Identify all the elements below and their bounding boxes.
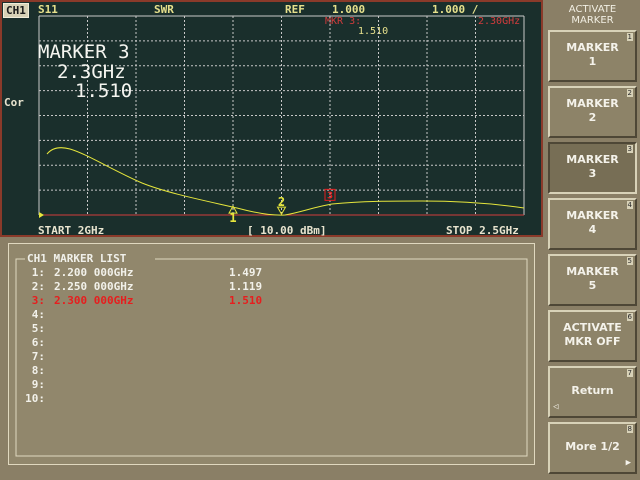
marker-value: 1.497 <box>229 266 263 279</box>
marker-index: 8: <box>31 364 45 377</box>
stop-frequency: STOP 2.5GHz <box>446 224 519 237</box>
softkey-panel: ACTIVATE MARKER MARKER 1 1 MARKER 2 2 MARKER… <box>545 0 640 480</box>
trace-marker-label: 1 <box>229 211 236 225</box>
active-marker-value: 1.510 <box>75 80 133 102</box>
marker-index: 3: <box>31 294 45 307</box>
softkey-8[interactable]: More 1/2 8 ▶ <box>548 422 637 474</box>
marker-list-title: CH1 MARKER LIST <box>27 252 127 265</box>
softkey-7[interactable]: Return 7 ◁ <box>548 366 637 418</box>
marker-index: 9: <box>31 378 45 391</box>
softkey-number: 7 <box>626 369 633 377</box>
trace-marker-label: 2 <box>278 195 285 209</box>
marker-list-panel: CH1 MARKER LIST 1: 2.200 000GHz 1.497 2: 2.2… <box>8 243 535 465</box>
s11-trace <box>46 147 525 216</box>
trace-display: CH1 S11 SWR REF 1.000 1.000 / MKR 3: 1.5… <box>0 0 543 237</box>
softkey-label: MARKER 5 <box>566 265 619 292</box>
softkey-label: More 1/2 <box>565 440 620 453</box>
softkey-menu-title: ACTIVATE MARKER <box>568 4 617 26</box>
reference-pointer-icon <box>39 212 44 218</box>
marker-value: 1.510 <box>229 294 263 307</box>
marker-index: 1: <box>31 266 45 279</box>
softkey-3[interactable]: MARKER 3 3 <box>548 142 637 194</box>
softkey-label: MARKER 1 <box>566 41 619 68</box>
trace-markers: 1 2 3 <box>228 188 336 225</box>
softkey-label: MARKER 2 <box>566 97 619 124</box>
softkey-number: 4 <box>626 201 633 209</box>
trace-graph: 1 2 3 <box>38 15 525 225</box>
softkey-number: 5 <box>626 257 633 265</box>
softkey-6[interactable]: ACTIVATE MKR OFF 6 <box>548 310 637 362</box>
marker-index: 5: <box>31 322 45 335</box>
marker-frequency: 2.300 000GHz <box>54 294 134 307</box>
source-power: [ 10.00 dBm] <box>247 224 327 237</box>
active-marker-frequency: 2.3GHz <box>57 61 126 83</box>
marker-value: 1.119 <box>229 280 263 293</box>
softkey-number: 1 <box>626 33 633 41</box>
marker-index: 4: <box>31 308 45 321</box>
softkey-label: MARKER 4 <box>566 209 619 236</box>
return-arrow-icon: ◁ <box>553 402 559 412</box>
softkey-number: 2 <box>626 89 633 97</box>
softkey-number: 6 <box>626 313 633 321</box>
start-frequency: START 2GHz <box>38 224 105 237</box>
marker-frequency: 2.200 000GHz <box>54 266 134 279</box>
marker-index: 7: <box>31 350 45 363</box>
softkey-label: ACTIVATE MKR OFF <box>563 321 622 348</box>
softkey-number: 8 <box>626 425 633 433</box>
trace-marker-label: 3 <box>327 190 333 201</box>
softkey-label: Return <box>571 384 614 397</box>
marker-index: 6: <box>31 336 45 349</box>
softkey-label: MARKER 3 <box>566 153 619 180</box>
marker-frequency: 2.250 000GHz <box>54 280 134 293</box>
softkey-2[interactable]: MARKER 2 2 <box>548 86 637 138</box>
softkey-4[interactable]: MARKER 4 4 <box>548 198 637 250</box>
softkey-1[interactable]: MARKER 1 1 <box>548 30 637 82</box>
softkey-5[interactable]: MARKER 5 5 <box>548 254 637 306</box>
active-marker-title: MARKER 3 <box>38 41 130 63</box>
trace-marker-2[interactable]: 2 <box>276 195 287 216</box>
more-arrow-icon: ▶ <box>625 458 631 468</box>
marker-index: 2: <box>31 280 45 293</box>
trace-marker-3[interactable]: 3 <box>324 188 336 201</box>
softkey-number: 3 <box>626 145 633 153</box>
marker-index: 10: <box>25 392 45 405</box>
